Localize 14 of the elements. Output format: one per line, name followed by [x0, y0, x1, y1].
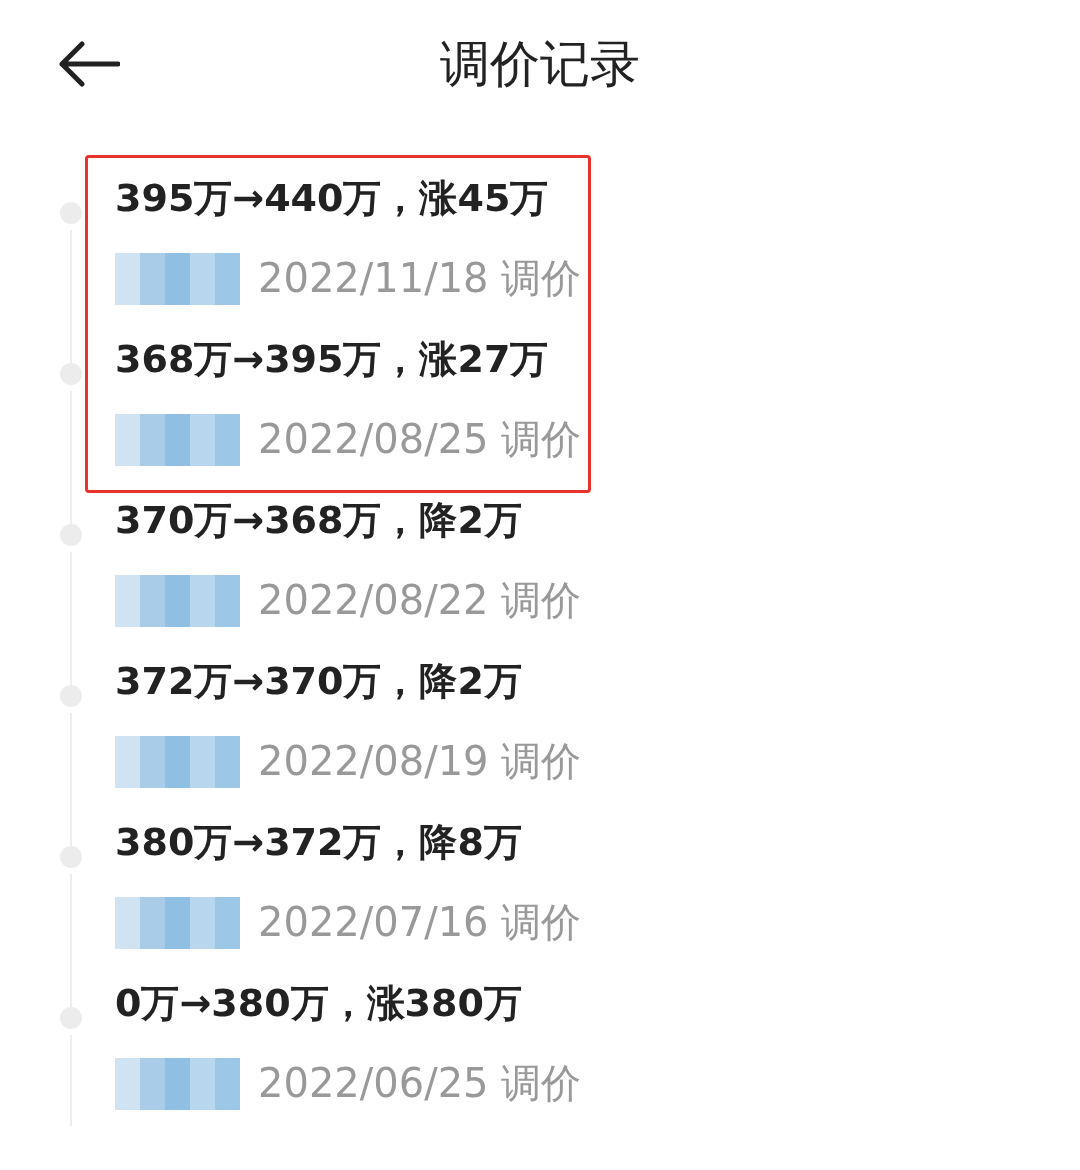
adjustment-date: 2022/07/16 调价 — [258, 898, 582, 947]
price-change: 395万→440万，涨45万 — [115, 176, 549, 220]
back-arrow-icon[interactable] — [58, 41, 120, 87]
price-change: 370万→368万，降2万 — [115, 498, 522, 542]
price-change: 380万→372万，降8万 — [115, 820, 522, 864]
price-change: 368万→395万，涨27万 — [115, 337, 549, 381]
price-change: 0万→380万，涨380万 — [115, 981, 522, 1025]
adjustment-date: 2022/11/18 调价 — [258, 254, 582, 303]
adjustment-date: 2022/08/19 调价 — [258, 737, 582, 786]
adjustment-date: 2022/08/25 调价 — [258, 415, 582, 464]
adjustment-date: 2022/06/25 调价 — [258, 1059, 582, 1108]
adjustment-date: 2022/08/22 调价 — [258, 576, 582, 625]
price-change: 372万→370万，降2万 — [115, 659, 522, 703]
page-title: 调价记录 — [440, 34, 640, 94]
